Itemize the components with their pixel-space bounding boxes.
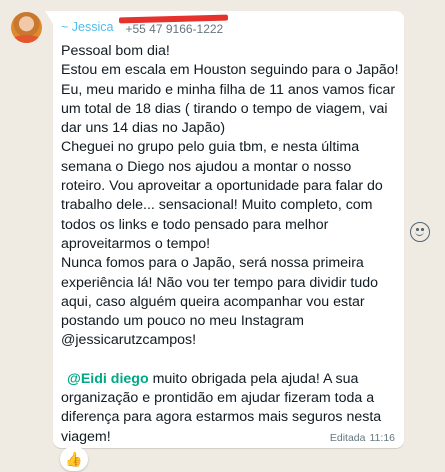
message-time: 11:16 [369, 432, 396, 444]
message-line: @Eidi diego muito obrigada pela ajuda! A… [61, 370, 401, 389]
message-line: diferença para agora estarmos mais segur… [61, 409, 382, 426]
message-line: Pessoal bom dia! [61, 43, 170, 59]
reply-text: muito obrigada pela ajuda! A sua [148, 370, 359, 387]
message-line: roteiro. Vou aproveitar a oportunidade p… [61, 178, 383, 195]
message-meta: Editada 11:16 [330, 432, 395, 444]
mention-link[interactable]: @Eidi diego [67, 371, 149, 387]
message-paragraph: Pessoal bom dia! Estou em escala em Hous… [61, 42, 401, 351]
reaction-badge[interactable]: 👍 [60, 447, 88, 471]
message-line: @jessicarutzcampos! [61, 332, 197, 349]
sender-phone: +55 47 9166-1222 [125, 22, 224, 36]
message-line: aqui, caso alguém queira acompanhar vou … [61, 293, 365, 310]
message-line: Nunca fomos para o Japão, será nossa pri… [61, 255, 364, 272]
edited-label: Editada [329, 432, 366, 444]
message-line: organização e prontidão em ajudar fizera… [61, 390, 375, 407]
message-line: semana o Diego nos ajudou a montar o nos… [61, 158, 352, 175]
smiley-icon[interactable] [410, 222, 430, 242]
chat-pane: ~ Jessica +55 47 9166-1222 Pessoal bom d… [0, 0, 445, 472]
message-line: Estou em escala em Houston seguindo para… [61, 62, 399, 79]
message-line: um total de 18 dias ( tirando o tempo de… [61, 100, 388, 117]
thumbs-up-icon: 👍 [65, 451, 83, 467]
sender-avatar[interactable] [11, 12, 42, 43]
message-line: experiência lá! Não vou ter tempo para d… [61, 274, 379, 291]
message-line: dar uns 14 dias no Japão) [61, 120, 226, 137]
message-line: Cheguei no grupo pelo guia tbm, e nesta … [61, 139, 360, 156]
message-line: aproveitarmos o tempo! [61, 235, 211, 252]
message-text: Pessoal bom dia! Estou em escala em Hous… [61, 42, 401, 447]
message-line: Eu, meu marido e minha filha de 11 anos … [61, 81, 396, 98]
message-line: postando um pouco no meu Instagram [61, 313, 304, 330]
message-bubble[interactable]: ~ Jessica +55 47 9166-1222 Pessoal bom d… [45, 11, 404, 448]
sender-name[interactable]: ~ Jessica [61, 20, 113, 34]
message-line: todos os links e todo pensado para melho… [61, 216, 329, 233]
message-line: trabalho dele... sensacional! Muito comp… [61, 197, 373, 214]
smiley-mouth [415, 231, 424, 236]
